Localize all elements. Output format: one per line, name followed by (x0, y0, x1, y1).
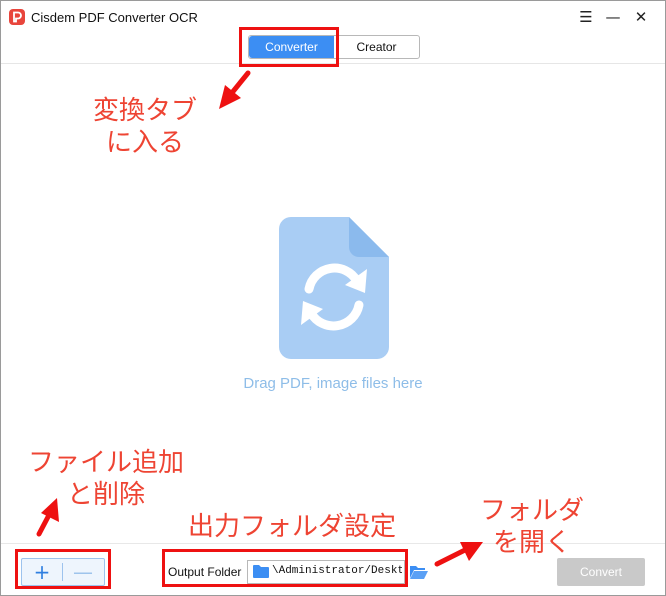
tab-annotation-line: 変換タブ (92, 96, 197, 126)
tab-creator[interactable]: Creator (334, 36, 419, 58)
open-folder-annotation-line: を開く (492, 528, 571, 558)
output-annotation-line: 出力フォルダ設定 (187, 512, 396, 542)
tab-highlight-box (239, 27, 339, 67)
output-highlight-box (162, 549, 408, 587)
minimize-icon[interactable]: — (603, 8, 623, 26)
add-remove-annotation-line: ファイル追加 (27, 448, 184, 478)
output-annotation: 出力フォルダ設定 (169, 511, 415, 543)
open-folder-annotation-line: フォルダ (479, 496, 584, 526)
add-remove-highlight-box (15, 549, 111, 589)
drop-hint-text: Drag PDF, image files here (243, 375, 423, 392)
close-icon[interactable]: ✕ (631, 8, 651, 26)
app-title: Cisdem PDF Converter OCR (31, 10, 198, 25)
tab-annotation-line: に入る (105, 128, 184, 158)
menu-icon[interactable]: ☰ (576, 8, 596, 26)
app-window: Cisdem PDF Converter OCR ☰ — ✕ Converter… (0, 0, 666, 596)
add-remove-annotation: ファイル追加 と削除 (17, 447, 195, 511)
open-folder-icon[interactable] (409, 564, 429, 580)
convert-button[interactable]: Convert (557, 558, 645, 586)
tab-annotation: 変換タブ に入る (85, 95, 205, 159)
add-remove-annotation-line: と削除 (66, 480, 145, 510)
open-folder-annotation: フォルダ を開く (473, 495, 591, 559)
file-convert-icon (279, 217, 389, 359)
app-logo-icon (9, 9, 25, 25)
